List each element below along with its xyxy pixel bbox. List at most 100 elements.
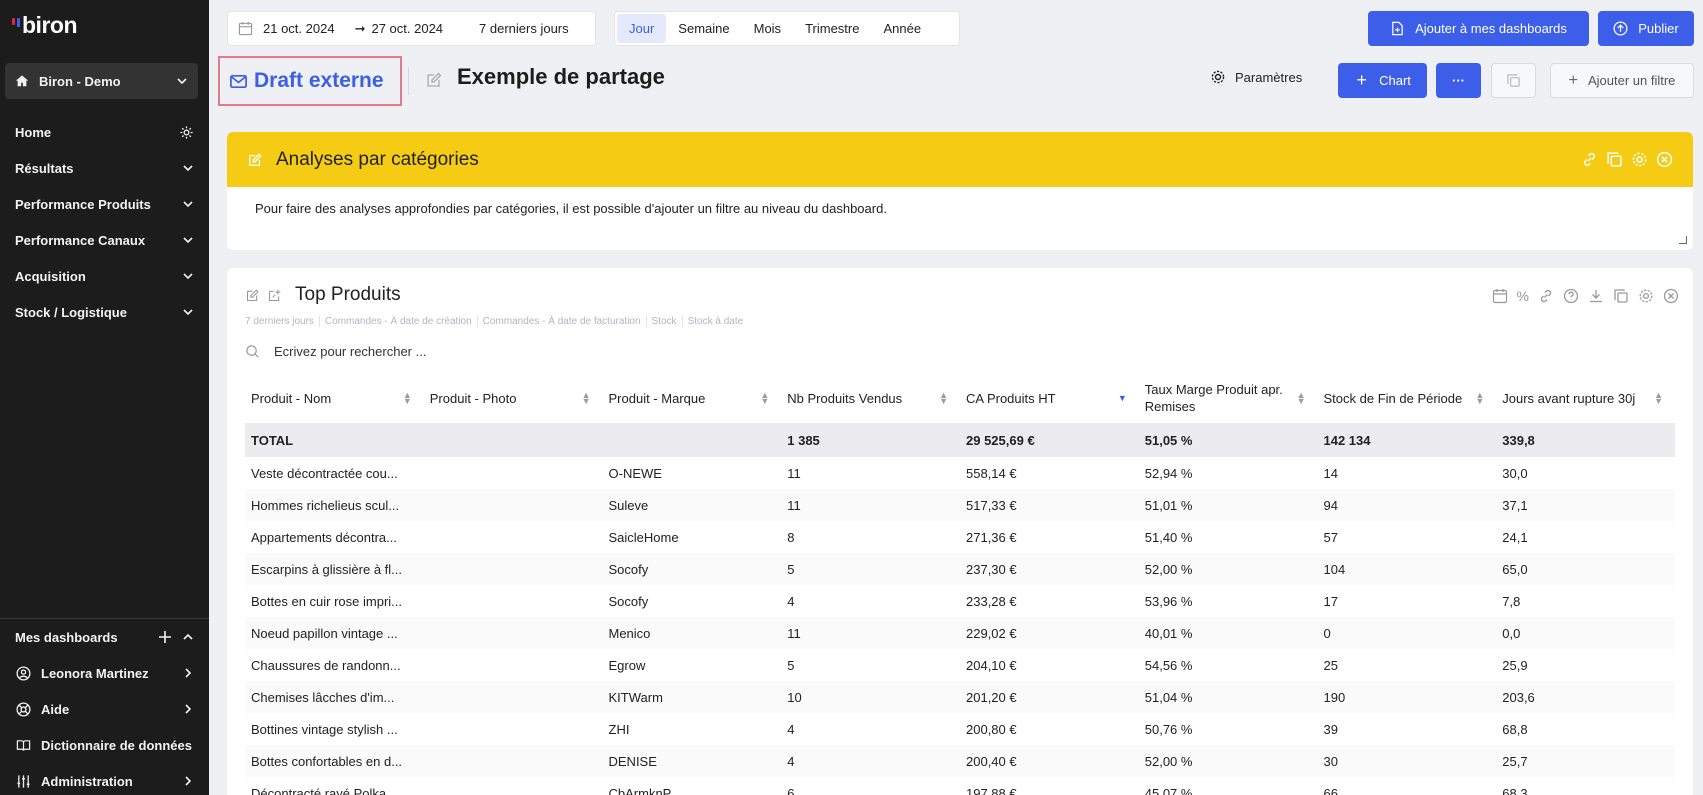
sidebar-item-mes-dashboards[interactable]: Mes dashboards xyxy=(0,619,209,655)
sidebar-item-home[interactable]: Home xyxy=(0,114,209,150)
gear-icon[interactable] xyxy=(1631,151,1648,168)
sort-icon[interactable]: ▲ ▼ xyxy=(1654,391,1663,406)
download-icon[interactable] xyxy=(1588,288,1604,304)
book-icon xyxy=(16,739,30,751)
org-selector[interactable]: Biron - Demo xyxy=(5,63,198,99)
link-icon[interactable] xyxy=(1538,288,1554,304)
table-row[interactable]: Bottes confortables en d... DENISE 4 200,40… xyxy=(245,745,1675,777)
table-cell: 51,04 % xyxy=(1138,681,1318,713)
table-row[interactable]: Hommes richelieus scul... Suleve 11 517,33 … xyxy=(245,489,1675,521)
copy-icon[interactable] xyxy=(1606,151,1623,168)
settings-button[interactable]: Paramètres xyxy=(1210,69,1302,85)
sort-icon[interactable]: ▲ ▼ xyxy=(582,391,591,406)
resize-handle[interactable] xyxy=(1679,236,1687,244)
table-cell: 50,76 % xyxy=(1144,721,1193,737)
chevron-up-icon[interactable] xyxy=(182,631,194,643)
table-cell: 11 xyxy=(781,489,960,521)
edit-icon[interactable] xyxy=(247,152,263,168)
duplicate-button[interactable] xyxy=(1491,63,1536,98)
sort-desc-icon[interactable]: ▼ xyxy=(1118,394,1127,403)
help-icon[interactable] xyxy=(1563,288,1579,304)
edit-icon[interactable] xyxy=(245,288,260,303)
table-cell: 66 xyxy=(1323,785,1338,795)
column-header[interactable]: Produit - Marque ▲ ▼ xyxy=(603,373,782,423)
sidebar-item-administration[interactable]: Administration xyxy=(0,763,209,795)
close-circle-icon[interactable] xyxy=(1663,288,1679,304)
sidebar-item-label: Résultats xyxy=(15,160,74,176)
column-header[interactable]: Stock de Fin de Période ▲ ▼ xyxy=(1318,373,1497,423)
mail-icon xyxy=(230,74,247,88)
gear-icon[interactable] xyxy=(1638,288,1654,304)
table-cell: 4 xyxy=(787,593,795,609)
column-header[interactable]: Taux Marge Produit apr. Remises ▲ ▼ xyxy=(1139,373,1318,423)
table-cell: 52,94 % xyxy=(1144,465,1193,481)
sort-icon[interactable]: ▲ ▼ xyxy=(1475,391,1484,406)
table-total-row[interactable]: TOTAL 1 385 29 525,69 €51,05 % 142 134 339,8 xyxy=(245,423,1675,457)
period-mois[interactable]: Mois xyxy=(742,14,793,43)
table-row[interactable]: Escarpins à glissière à fl... Socofy 5 237,… xyxy=(245,553,1675,585)
column-header[interactable]: Produit - Nom ▲ ▼ xyxy=(245,373,424,423)
table-search[interactable]: Ecrivez pour rechercher ... xyxy=(245,344,426,359)
chevron-right-icon xyxy=(185,704,192,714)
table-row[interactable]: Bottines vintage stylish ... ZHI 4 200,80 €… xyxy=(245,713,1675,745)
sidebar-item-resultats[interactable]: Résultats xyxy=(0,150,209,186)
period-annee[interactable]: Année xyxy=(871,14,933,43)
copy-icon[interactable] xyxy=(1613,288,1629,304)
add-filter-button[interactable]: + Ajouter un filtre xyxy=(1550,63,1694,98)
sidebar-item-user[interactable]: Leonora Martinez xyxy=(0,655,209,691)
column-header[interactable]: CA Produits HT ▼ xyxy=(960,373,1139,423)
table-cell: Socofy xyxy=(608,593,649,609)
table-row[interactable]: Appartements décontra... SaicleHome 8 271,3… xyxy=(245,521,1675,553)
add-to-dashboards-button[interactable]: Ajouter à mes dashboards xyxy=(1368,11,1589,46)
gear-icon[interactable] xyxy=(179,125,194,140)
link-icon[interactable] xyxy=(1581,151,1598,168)
sidebar-item-performance-canaux[interactable]: Performance Canaux xyxy=(0,222,209,258)
period-jour[interactable]: Jour xyxy=(617,14,667,43)
table-row[interactable]: Décontracté rayé Polka... CbArmknP 6 197,88… xyxy=(245,777,1675,795)
table-row[interactable]: Chemises lâcches d'im... KITWarm 10 201,20 … xyxy=(245,681,1675,713)
add-chart-label: Chart xyxy=(1379,73,1411,88)
sidebar-item-stock-logistique[interactable]: Stock / Logistique xyxy=(0,294,209,330)
date-start: 21 oct. 2024 xyxy=(263,21,335,36)
brand-logo[interactable]: biron xyxy=(12,12,78,39)
search-input[interactable]: Ecrivez pour rechercher ... xyxy=(274,344,426,359)
sidebar-item-label: Aide xyxy=(41,701,70,717)
column-header[interactable]: Jours avant rupture 30j ▲ ▼ xyxy=(1496,373,1675,423)
sidebar-item-aide[interactable]: Aide xyxy=(0,691,209,727)
sort-icon[interactable]: ▲ ▼ xyxy=(760,391,769,406)
sort-icon[interactable]: ▲ ▼ xyxy=(939,391,948,406)
percent-icon[interactable]: % xyxy=(1517,288,1529,304)
search-icon xyxy=(246,345,259,358)
sort-icon[interactable]: ▲ ▼ xyxy=(403,391,412,406)
period-semaine[interactable]: Semaine xyxy=(666,14,741,43)
add-to-dashboards-label: Ajouter à mes dashboards xyxy=(1415,21,1567,36)
edit-icon[interactable] xyxy=(425,71,443,89)
sidebar-item-acquisition[interactable]: Acquisition xyxy=(0,258,209,294)
sidebar-item-dictionnaire[interactable]: Dictionnaire de données xyxy=(0,727,209,763)
date-range-picker[interactable]: 21 oct. 2024 ➞ 27 oct. 2024 7 derniers j… xyxy=(227,11,596,46)
period-trimestre[interactable]: Trimestre xyxy=(793,14,871,43)
publish-button[interactable]: Publier xyxy=(1598,11,1694,46)
table-cell: 197,88 € xyxy=(966,785,1017,795)
calendar-icon[interactable] xyxy=(1492,288,1508,304)
table-row[interactable]: Chaussures de randonn... Egrow 5 204,10 € 54… xyxy=(245,649,1675,681)
column-header[interactable]: Produit - Photo ▲ ▼ xyxy=(424,373,603,423)
add-chart-button[interactable]: + Chart xyxy=(1338,63,1427,98)
sidebar: biron Biron - Demo Home Résultats Perfor… xyxy=(0,0,209,795)
draft-status[interactable]: Draft externe xyxy=(218,56,402,106)
sidebar-item-label: Home xyxy=(15,124,52,140)
table-row[interactable]: Bottes en cuir rose impri... Socofy 4 233,2… xyxy=(245,585,1675,617)
more-button[interactable]: ··· xyxy=(1436,63,1481,98)
plus-icon[interactable] xyxy=(158,630,172,644)
column-header[interactable]: Nb Produits Vendus ▲ ▼ xyxy=(781,373,960,423)
sidebar-item-performance-produits[interactable]: Performance Produits xyxy=(0,186,209,222)
sidebar-item-label: Performance Canaux xyxy=(15,232,146,248)
table-row[interactable]: Noeud papillon vintage ... Menico 11 229,02… xyxy=(245,617,1675,649)
help-icon xyxy=(15,701,31,717)
table-row[interactable]: Veste décontractée cou... O-NEWE 11 558,14 … xyxy=(245,457,1675,489)
table-cell: 11 xyxy=(787,465,801,481)
sort-icon[interactable]: ▲ ▼ xyxy=(1297,391,1306,406)
close-circle-icon[interactable] xyxy=(1656,151,1673,168)
table-cell: 53,96 % xyxy=(1144,593,1193,609)
edit-sparkle-icon[interactable] xyxy=(267,288,282,303)
